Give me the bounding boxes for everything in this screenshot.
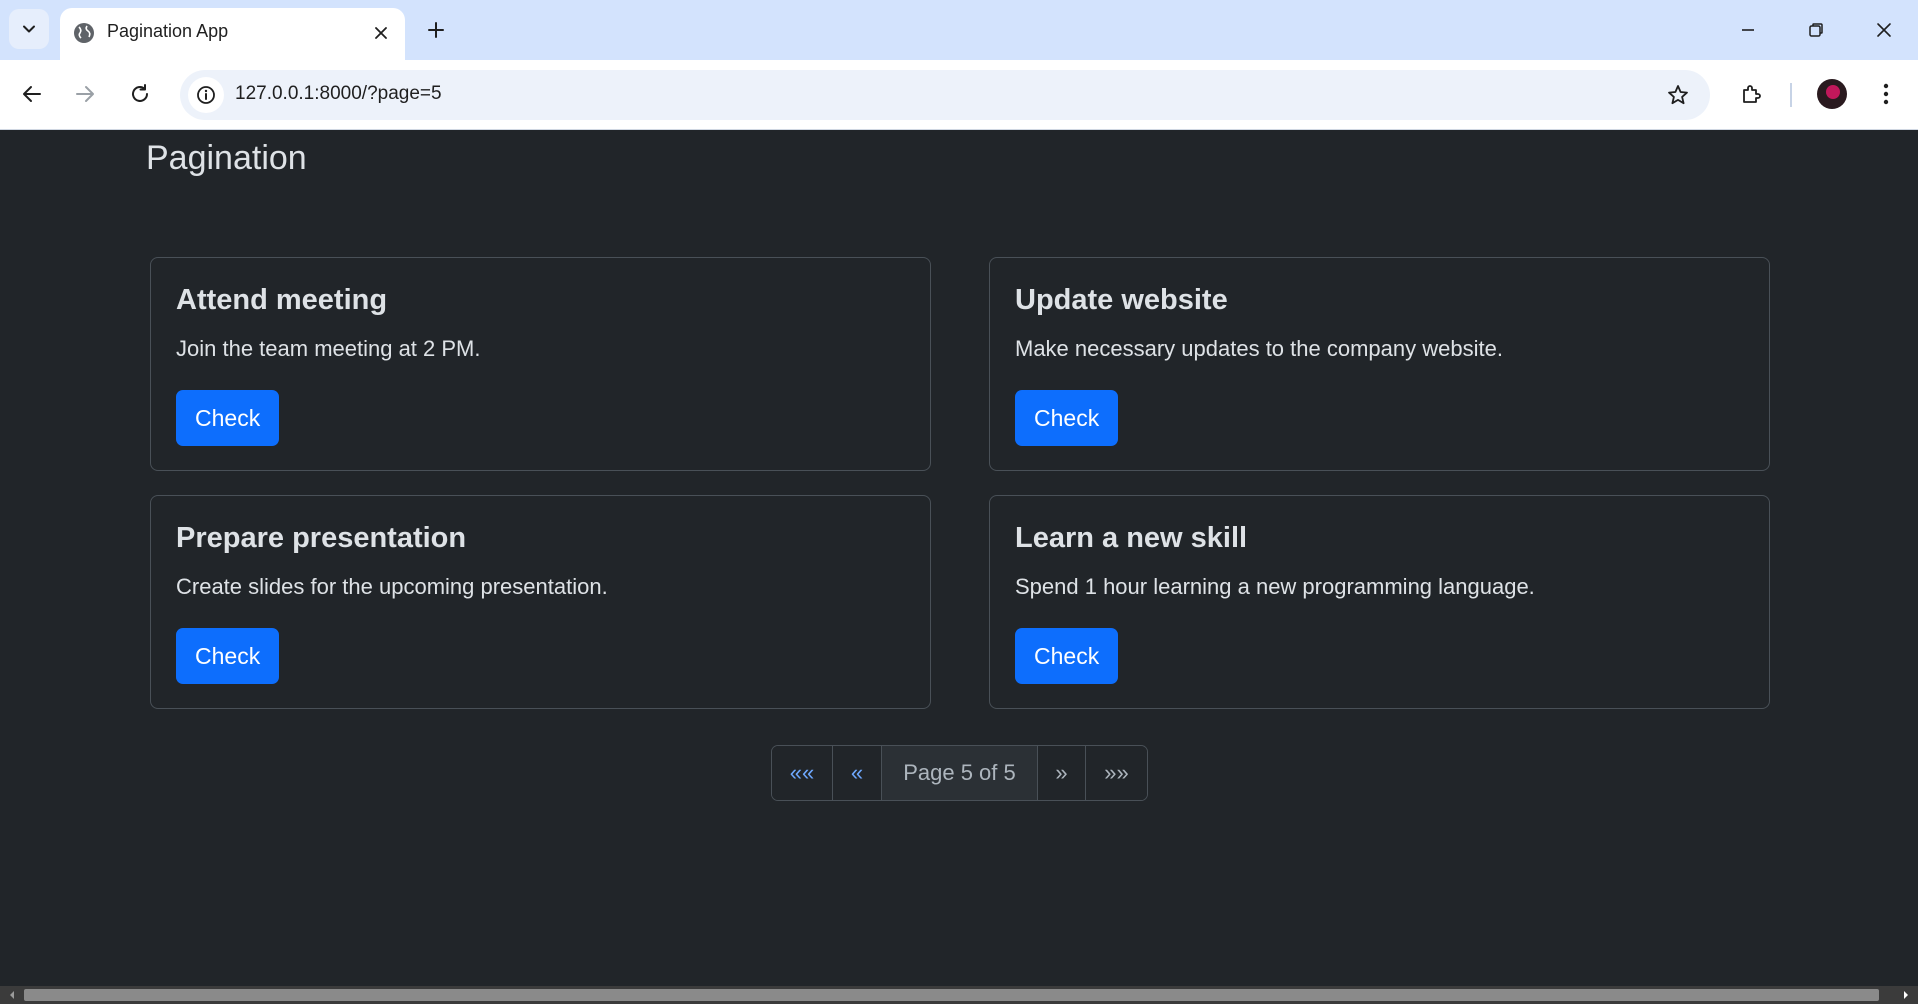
globe-icon (74, 23, 94, 43)
menu-button[interactable] (1866, 74, 1906, 114)
card-title: Update website (1015, 284, 1228, 316)
minimize-icon (1742, 29, 1754, 31)
address-bar[interactable]: 127.0.0.1:8000/?page=5 (180, 70, 1710, 120)
tab-pagination-app[interactable]: Pagination App (60, 8, 405, 60)
chevron-down-icon (23, 25, 35, 33)
bookmark-button[interactable] (1662, 79, 1694, 111)
scroll-left-arrow[interactable] (0, 986, 24, 1004)
scroll-right-arrow[interactable] (1894, 986, 1918, 1004)
horizontal-scrollbar[interactable] (0, 986, 1918, 1004)
check-button[interactable]: Check (176, 628, 280, 684)
reload-icon (132, 84, 148, 102)
card-title: Attend meeting (176, 284, 388, 316)
minimize-button[interactable] (1724, 8, 1772, 52)
page-content: Pagination Attend meeting Join the team … (0, 131, 1918, 986)
card-title: Prepare presentation (176, 522, 467, 554)
tab-title: Pagination App (107, 21, 229, 41)
check-button[interactable]: Check (1015, 628, 1119, 684)
task-card: Learn a new skill Spend 1 hour learning … (989, 495, 1770, 709)
previous-page-link[interactable]: « (833, 746, 882, 800)
profile-button[interactable] (1812, 74, 1852, 114)
avatar (1817, 79, 1847, 109)
task-card: Attend meeting Join the team meeting at … (150, 257, 931, 471)
site-info-button[interactable] (188, 77, 224, 113)
task-card: Prepare presentation Create slides for t… (150, 495, 931, 709)
caret-left-icon (10, 991, 14, 999)
restore-icon (1809, 23, 1823, 37)
card-text: Make necessary updates to the company we… (1015, 336, 1503, 361)
caret-right-icon (1904, 991, 1908, 999)
first-page-link[interactable]: «« (772, 746, 833, 800)
close-window-button[interactable] (1860, 8, 1908, 52)
card-text: Create slides for the upcoming presentat… (176, 574, 608, 599)
plus-icon (428, 22, 444, 38)
current-page-indicator: Page 5 of 5 (882, 746, 1038, 800)
toolbar-divider (1790, 83, 1792, 107)
tab-close-button[interactable] (367, 19, 395, 47)
last-page-link: »» (1086, 746, 1147, 800)
close-icon (1877, 23, 1891, 37)
tab-search-button[interactable] (9, 9, 49, 49)
star-icon (1668, 85, 1688, 105)
check-button[interactable]: Check (1015, 390, 1119, 446)
check-button[interactable]: Check (176, 390, 280, 446)
card-title: Learn a new skill (1015, 522, 1248, 554)
back-button[interactable] (12, 74, 52, 114)
tab-strip: Pagination App (0, 0, 1918, 60)
restore-button[interactable] (1792, 8, 1840, 52)
page-title: Pagination (146, 139, 307, 177)
forward-button[interactable] (65, 74, 105, 114)
new-tab-button[interactable] (418, 12, 454, 48)
card-text: Spend 1 hour learning a new programming … (1015, 574, 1535, 599)
close-icon (375, 27, 387, 39)
info-icon (197, 86, 215, 104)
extensions-button[interactable] (1732, 74, 1772, 114)
arrow-right-icon (76, 86, 94, 102)
browser-toolbar: 127.0.0.1:8000/?page=5 (0, 60, 1918, 130)
scrollbar-thumb[interactable] (24, 989, 1879, 1001)
url-text[interactable]: 127.0.0.1:8000/?page=5 (235, 83, 442, 105)
task-card: Update website Make necessary updates to… (989, 257, 1770, 471)
puzzle-icon (1743, 85, 1761, 103)
arrow-left-icon (23, 86, 41, 102)
reload-button[interactable] (120, 74, 160, 114)
next-page-link: » (1038, 746, 1086, 800)
more-vertical-icon (1883, 83, 1889, 105)
pagination: «« « Page 5 of 5 » »» (771, 745, 1148, 801)
card-text: Join the team meeting at 2 PM. (176, 336, 481, 361)
